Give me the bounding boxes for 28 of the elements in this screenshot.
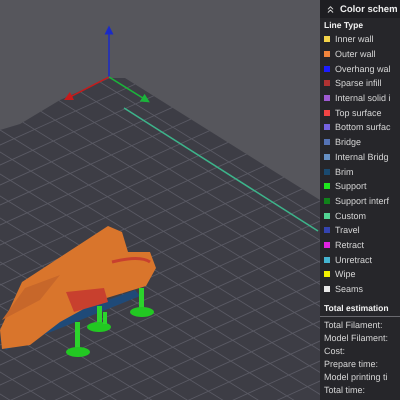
legend-label: Support — [335, 181, 367, 192]
estimation-label: Total Filament: — [323, 320, 384, 332]
legend-label: Internal solid i — [335, 93, 391, 104]
legend-label: Support interf — [335, 196, 390, 206]
panel-title: Color schem — [340, 4, 398, 14]
legend-label: Bridge — [335, 137, 362, 148]
legend-label: Overhang wal — [335, 64, 391, 74]
legend-label: Outer wall — [335, 49, 376, 60]
legend-label: Inner wall — [335, 34, 374, 44]
collapse-icon[interactable] — [325, 4, 336, 14]
estimation-label: Total time: — [323, 385, 366, 398]
section-heading: Line Type — [323, 19, 364, 32]
legend-label: Brim — [335, 166, 354, 177]
legend-label: Bottom surfac — [335, 122, 391, 132]
estimation-label: Model Filament: — [323, 333, 390, 346]
legend-label: Travel — [335, 225, 360, 236]
legend-label: Wipe — [335, 269, 356, 280]
legend-label: Retract — [335, 240, 364, 250]
section-heading: Total estimation — [323, 302, 390, 316]
estimation-label: Prepare time: — [323, 359, 380, 372]
legend-label: Internal Bridg — [335, 152, 389, 162]
legend-label: Seams — [335, 284, 364, 294]
legend-label: Unretract — [335, 254, 372, 265]
legend-label: Sparse infill — [335, 78, 382, 88]
estimation-label: Model printing ti — [323, 372, 389, 384]
legend-label: Top surface — [335, 108, 382, 118]
estimation-label: Cost: — [323, 346, 346, 358]
legend-label: Custom — [335, 210, 366, 221]
